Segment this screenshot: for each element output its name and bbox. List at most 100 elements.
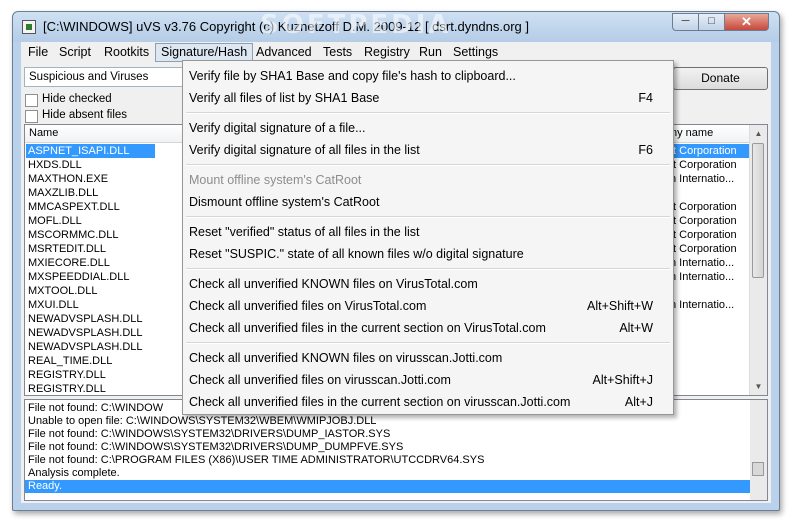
file-name-cell: ASPNET_ISAPI.DLL <box>26 144 155 158</box>
menu-bar: File Script Rootkits Signature/Hash Adva… <box>21 42 771 62</box>
menu-item-label: Check all unverified files on VirusTotal… <box>189 299 427 313</box>
filter-select[interactable]: Suspicious and Viruses <box>24 67 184 87</box>
menu-item-shortcut: Alt+Shift+W <box>587 299 653 313</box>
menu-item[interactable]: Reset "SUSPIC." state of all known files… <box>183 243 673 265</box>
checkbox-box[interactable] <box>25 110 38 123</box>
file-name-cell: MXSPEEDDIAL.DLL <box>28 271 130 283</box>
menu-item-label: Verify all files of list by SHA1 Base <box>189 91 380 105</box>
menu-item[interactable]: Verify file by SHA1 Base and copy file's… <box>183 65 673 87</box>
company-cell: ft Corporation <box>670 215 737 227</box>
menu-item-shortcut: Alt+Shift+J <box>592 373 653 387</box>
company-cell: n Internatio... <box>670 299 735 311</box>
file-name-cell: MXUI.DLL <box>28 299 79 311</box>
menu-item[interactable]: Check all unverified KNOWN files on viru… <box>183 347 673 369</box>
menu-advanced[interactable]: Advanced <box>251 44 317 61</box>
minimize-button[interactable]: ─ <box>672 13 699 31</box>
file-name-cell: REGISTRY.DLL <box>28 369 106 381</box>
log-line: File not found: C:\WINDOWS\SYSTEM32\DRIV… <box>28 428 391 440</box>
close-button[interactable]: ✕ <box>724 13 769 31</box>
menu-item-label: Check all unverified files on virusscan.… <box>189 373 451 387</box>
menu-item: Mount offline system's CatRoot <box>183 169 673 191</box>
log-line: File not found: C:\WINDOWS\SYSTEM32\DRIV… <box>28 441 404 453</box>
menu-item-label: Check all unverified files in the curren… <box>189 395 571 409</box>
menu-item[interactable]: Reset "verified" status of all files in … <box>183 221 673 243</box>
company-cell: n Internatio... <box>670 257 735 269</box>
menu-item[interactable]: Check all unverified KNOWN files on Viru… <box>183 273 673 295</box>
menu-item-label: Check all unverified files in the curren… <box>189 321 546 335</box>
menu-separator <box>186 164 670 166</box>
watermark: SOFTPEDIA <box>260 10 452 40</box>
scroll-down-arrow-icon[interactable]: ▼ <box>750 378 767 395</box>
menu-item-label: Mount offline system's CatRoot <box>189 173 362 187</box>
file-name-cell: REAL_TIME.DLL <box>28 355 113 367</box>
company-cell: ft Corporation <box>670 159 737 171</box>
menu-item-label: Verify digital signature of a file... <box>189 121 366 135</box>
file-name-cell: NEWADVSPLASH.DLL <box>28 327 143 339</box>
company-cell: ft Corporation <box>670 144 755 158</box>
menu-script[interactable]: Script <box>54 44 96 61</box>
list-scrollbar[interactable]: ▲ ▼ <box>749 125 767 395</box>
menu-item[interactable]: Verify digital signature of all files in… <box>183 139 673 161</box>
column-name[interactable]: Name <box>29 127 58 139</box>
menu-item-shortcut: Alt+W <box>619 321 653 335</box>
company-cell: ft Corporation <box>670 243 737 255</box>
menu-run[interactable]: Run <box>414 44 447 61</box>
file-name-cell: MSCORMMC.DLL <box>28 229 119 241</box>
file-name-cell: MMCASPEXT.DLL <box>28 201 120 213</box>
log-line: File not found: C:\PROGRAM FILES (X86)\U… <box>28 454 485 466</box>
menu-settings[interactable]: Settings <box>448 44 503 61</box>
menu-item-label: Check all unverified KNOWN files on viru… <box>189 351 503 365</box>
company-cell: ft Corporation <box>670 229 737 241</box>
menu-file[interactable]: File <box>23 44 53 61</box>
file-name-cell: MAXTHON.EXE <box>28 173 109 185</box>
menu-item-label: Reset "verified" status of all files in … <box>189 225 420 239</box>
menu-registry[interactable]: Registry <box>359 44 415 61</box>
hide-checked-checkbox[interactable]: Hide checked <box>24 92 184 108</box>
hide-absent-label: Hide absent files <box>42 109 128 121</box>
log-scroll-thumb[interactable] <box>752 462 764 476</box>
company-cell: n Internatio... <box>670 271 735 283</box>
maximize-button[interactable]: □ <box>698 13 725 31</box>
menu-item[interactable]: Check all unverified files in the curren… <box>183 391 673 413</box>
menu-item[interactable]: Dismount offline system's CatRoot <box>183 191 673 213</box>
file-name-cell: NEWADVSPLASH.DLL <box>28 341 143 353</box>
menu-item-label: Check all unverified KNOWN files on Viru… <box>189 277 478 291</box>
menu-item-label: Verify file by SHA1 Base and copy file's… <box>189 69 516 83</box>
hide-checked-label: Hide checked <box>42 93 112 105</box>
hide-absent-checkbox[interactable]: Hide absent files <box>24 108 184 124</box>
app-icon <box>22 20 36 34</box>
menu-rootkits[interactable]: Rootkits <box>99 44 154 61</box>
menu-item[interactable]: Check all unverified files in the curren… <box>183 317 673 339</box>
file-name-cell: REGISTRY.DLL <box>28 383 106 395</box>
log-scrollbar[interactable] <box>750 400 767 500</box>
file-name-cell: MXIECORE.DLL <box>28 257 110 269</box>
file-name-cell: HXDS.DLL <box>28 159 82 171</box>
company-cell: ft Corporation <box>670 201 737 213</box>
checkbox-box[interactable] <box>25 94 38 107</box>
menu-item-label: Verify digital signature of all files in… <box>189 143 420 157</box>
file-name-cell: MXTOOL.DLL <box>28 285 98 297</box>
menu-item-shortcut: Alt+J <box>624 395 653 409</box>
menu-item-shortcut: F4 <box>638 91 653 105</box>
log-line: Ready. <box>25 480 750 493</box>
menu-item-label: Reset "SUSPIC." state of all known files… <box>189 247 524 261</box>
signature-hash-dropdown: Verify file by SHA1 Base and copy file's… <box>182 60 674 415</box>
menu-separator <box>186 112 670 114</box>
file-name-cell: MSRTEDIT.DLL <box>28 243 107 255</box>
log-line: Analysis complete. <box>28 467 120 479</box>
menu-separator <box>186 268 670 270</box>
menu-item[interactable]: Verify digital signature of a file... <box>183 117 673 139</box>
column-company[interactable]: ny name <box>671 127 713 139</box>
menu-item-shortcut: F6 <box>638 143 653 157</box>
company-cell: n Internatio... <box>670 173 735 185</box>
file-name-cell: NEWADVSPLASH.DLL <box>28 313 143 325</box>
scroll-up-arrow-icon[interactable]: ▲ <box>750 125 767 142</box>
menu-tests[interactable]: Tests <box>318 44 357 61</box>
menu-item[interactable]: Check all unverified files on VirusTotal… <box>183 295 673 317</box>
donate-button[interactable]: Donate <box>673 67 768 90</box>
scroll-thumb[interactable] <box>752 143 764 278</box>
file-name-cell: MOFL.DLL <box>28 215 82 227</box>
menu-item[interactable]: Verify all files of list by SHA1 Base F4 <box>183 87 673 109</box>
menu-separator <box>186 216 670 218</box>
menu-item[interactable]: Check all unverified files on virusscan.… <box>183 369 673 391</box>
